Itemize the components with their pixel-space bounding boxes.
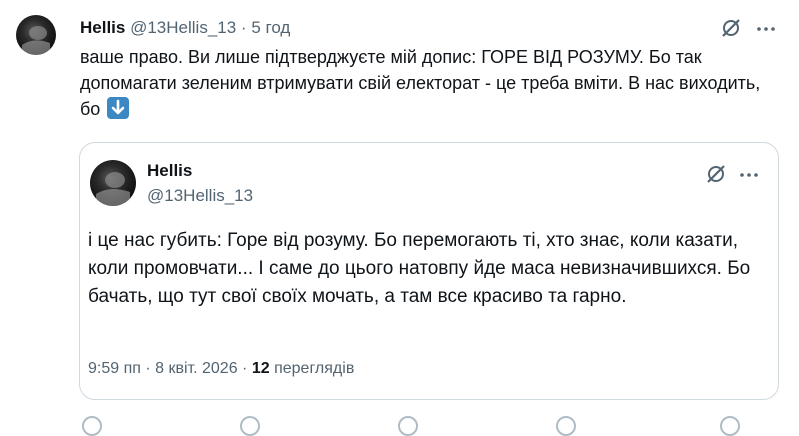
quote-author-name[interactable]: Hellis: [147, 161, 192, 181]
grok-slash-icon[interactable]: [720, 17, 742, 44]
quote-date[interactable]: 8 квіт. 2026: [155, 360, 237, 377]
author-name[interactable]: Hellis: [80, 18, 125, 37]
separator-dot: ·: [240, 18, 247, 37]
separator-dot: ·: [145, 360, 151, 377]
grok-slash-icon[interactable]: [705, 163, 727, 190]
post-time[interactable]: 5 год: [251, 18, 290, 37]
post-text: ваше право. Ви лише підтверджуєте мій до…: [80, 44, 780, 122]
down-arrow-emoji-icon: [107, 97, 130, 119]
avatar[interactable]: [16, 15, 56, 55]
post-text-content: ваше право. Ви лише підтверджуєте мій до…: [80, 47, 761, 119]
views-label: переглядів: [274, 360, 355, 377]
post-header: Hellis @13Hellis_13 · 5 год: [80, 17, 290, 39]
more-dots-icon[interactable]: [755, 18, 777, 45]
quote-author-handle[interactable]: @13Hellis_13: [147, 186, 253, 206]
quote-meta: 9:59 пп · 8 квіт. 2026 · 12 переглядів: [88, 360, 354, 378]
views-icon[interactable]: [556, 416, 576, 436]
separator-dot: ·: [242, 360, 248, 377]
quoted-post-card[interactable]: Hellis @13Hellis_13 і це нас губить: Гор…: [79, 142, 779, 400]
action-bar: [80, 414, 780, 436]
quote-time[interactable]: 9:59 пп: [88, 360, 141, 377]
author-handle[interactable]: @13Hellis_13: [130, 18, 236, 37]
quote-text: і це нас губить: Горе від розуму. Бо пер…: [88, 230, 751, 307]
bookmark-icon[interactable]: [720, 416, 740, 436]
views-count: 12: [251, 360, 270, 377]
reply-icon[interactable]: [82, 416, 102, 436]
like-icon[interactable]: [398, 416, 418, 436]
quote-avatar[interactable]: [90, 160, 136, 206]
repost-icon[interactable]: [240, 416, 260, 436]
more-dots-icon[interactable]: [738, 164, 760, 191]
